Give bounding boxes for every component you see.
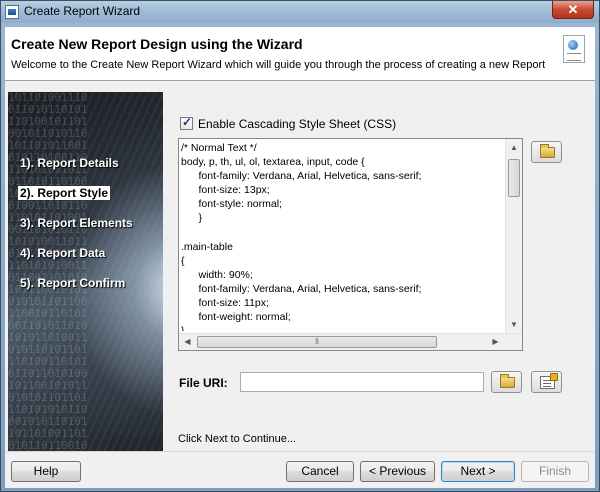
properties-icon xyxy=(540,373,558,389)
vertical-scrollbar[interactable]: ▲ ▼ xyxy=(505,139,522,333)
report-document-icon xyxy=(563,35,585,63)
css-line: { xyxy=(181,254,185,267)
vertical-scroll-thumb[interactable] xyxy=(508,159,520,197)
horizontal-scroll-thumb[interactable]: ⦀ xyxy=(197,336,437,348)
step-report-data[interactable]: 4). Report Data xyxy=(20,246,133,276)
previous-button[interactable]: < Previous xyxy=(360,461,435,482)
css-line: font-size: 11px; xyxy=(181,297,269,310)
title-bar[interactable]: Create Report Wizard ✕ xyxy=(1,1,599,23)
css-line: body, p, th, ul, ol, textarea, input, co… xyxy=(181,156,365,169)
step-report-elements[interactable]: 3). Report Elements xyxy=(20,216,133,246)
wizard-steps-list: 1). Report Details 2). Report Style 3). … xyxy=(18,156,133,306)
css-line: font-style: normal; xyxy=(181,198,282,211)
css-line xyxy=(181,226,503,240)
scroll-right-icon[interactable]: ▶ xyxy=(487,334,504,350)
file-uri-label: File URI: xyxy=(179,376,228,390)
css-line: font-size: 13px; xyxy=(181,184,270,197)
css-line: width: 90%; xyxy=(181,268,253,281)
wizard-window: Create Report Wizard ✕ Create New Report… xyxy=(0,0,600,492)
close-button[interactable]: ✕ xyxy=(552,1,594,19)
button-bar: Help Cancel < Previous Next > Finish xyxy=(5,451,595,488)
scroll-up-icon[interactable]: ▲ xyxy=(506,139,522,156)
css-line: /* Normal Text */ xyxy=(181,142,257,154)
scroll-left-icon[interactable]: ◀ xyxy=(179,334,196,350)
browse-css-button[interactable] xyxy=(531,141,562,163)
wizard-header: Create New Report Design using the Wizar… xyxy=(5,27,595,81)
file-properties-button[interactable] xyxy=(531,371,562,393)
css-line: .main-table xyxy=(181,240,233,253)
enable-css-checkbox[interactable] xyxy=(180,115,193,130)
next-button[interactable]: Next > xyxy=(441,461,515,482)
step-label: 1). Report Details xyxy=(20,156,119,170)
step-label: 3). Report Elements xyxy=(20,216,133,230)
app-icon xyxy=(5,5,19,19)
scroll-down-icon[interactable]: ▼ xyxy=(506,316,522,333)
wizard-steps-panel: 101101001110 011010110101 110100101101 0… xyxy=(8,92,163,451)
status-message: Click Next to Continue... xyxy=(178,433,296,445)
help-button[interactable]: Help xyxy=(11,461,81,482)
step-report-style[interactable]: 2). Report Style xyxy=(18,186,133,216)
step-report-confirm[interactable]: 5). Report Confirm xyxy=(20,276,133,306)
cancel-button[interactable]: Cancel xyxy=(286,461,354,482)
window-title: Create Report Wizard xyxy=(24,4,141,18)
finish-button: Finish xyxy=(521,461,589,482)
page-description: Welcome to the Create New Report Wizard … xyxy=(11,59,546,71)
css-line: font-weight: normal; xyxy=(181,311,291,324)
browse-file-button[interactable] xyxy=(491,371,522,393)
file-uri-input[interactable] xyxy=(240,372,484,392)
css-editor-text[interactable]: /* Normal Text */ body, p, th, ul, ol, te… xyxy=(181,141,503,331)
page-title: Create New Report Design using the Wizar… xyxy=(11,36,303,52)
step-label: 4). Report Data xyxy=(20,246,106,260)
step-report-details[interactable]: 1). Report Details xyxy=(20,156,133,186)
step-label: 2). Report Style xyxy=(18,186,111,200)
css-line: font-family: Verdana, Arial, Helvetica, … xyxy=(181,170,422,183)
horizontal-scrollbar[interactable]: ◀ ⦀ ▶ xyxy=(179,333,522,350)
enable-css-label[interactable]: Enable Cascading Style Sheet (CSS) xyxy=(198,117,396,131)
client-area: Create New Report Design using the Wizar… xyxy=(5,27,595,488)
css-editor[interactable]: /* Normal Text */ body, p, th, ul, ol, te… xyxy=(178,138,523,351)
folder-open-icon xyxy=(540,144,555,158)
folder-open-icon xyxy=(500,374,515,388)
css-line: font-family: Verdana, Arial, Helvetica, … xyxy=(181,282,422,295)
css-line: } xyxy=(181,212,203,225)
css-line: } xyxy=(181,324,503,331)
step-label: 5). Report Confirm xyxy=(20,276,126,290)
